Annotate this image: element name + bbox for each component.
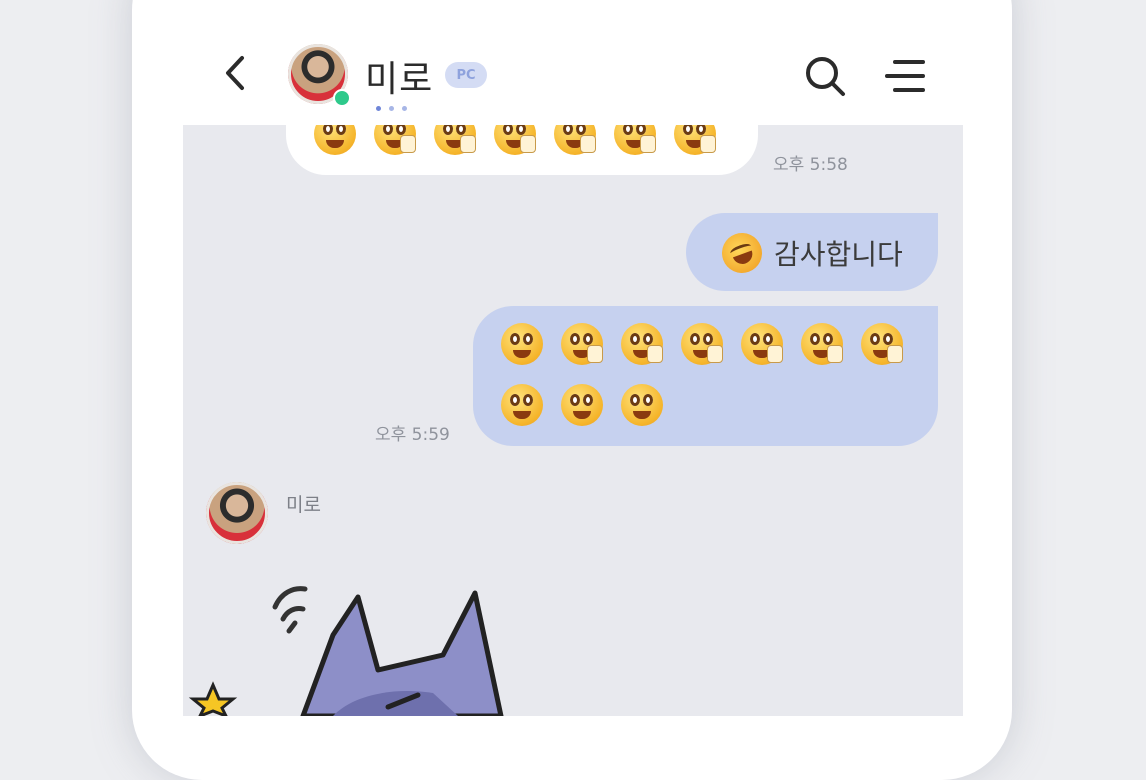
surprised-emoji <box>501 323 543 365</box>
typing-indicator <box>376 106 407 111</box>
message-timestamp: 오후 5:59 <box>375 425 450 445</box>
laughing-emoji <box>716 227 768 279</box>
surprised-emoji <box>501 384 543 426</box>
star-decoration <box>188 681 238 716</box>
sender-name: 미로 <box>286 494 321 516</box>
surprised-emoji <box>681 323 723 365</box>
sparkle-decoration <box>272 586 308 634</box>
sender-avatar[interactable] <box>206 482 268 544</box>
chat-title[interactable]: 미로 <box>365 50 433 102</box>
surprised-emoji <box>561 384 603 426</box>
chat-screen: 오후 5:58 감사합니다 오후 5:59 미로 미로 PC <box>183 0 963 716</box>
surprised-emoji <box>621 323 663 365</box>
sent-emoji-bubble[interactable] <box>473 306 938 446</box>
sent-text-bubble[interactable]: 감사합니다 <box>686 213 938 291</box>
menu-icon[interactable] <box>883 56 927 96</box>
chat-header: 미로 PC <box>183 0 963 125</box>
surprised-emoji <box>861 323 903 365</box>
message-timestamp: 오후 5:58 <box>773 155 848 175</box>
chevron-left-icon[interactable] <box>220 52 250 94</box>
surprised-emoji <box>621 384 663 426</box>
surprised-emoji <box>741 323 783 365</box>
online-status-dot <box>333 89 351 107</box>
surprised-emoji <box>801 323 843 365</box>
pc-badge: PC <box>445 62 487 88</box>
surprised-emoji <box>561 323 603 365</box>
search-icon[interactable] <box>803 54 847 98</box>
message-text: 감사합니다 <box>774 238 903 271</box>
purple-cat-sticker[interactable] <box>183 575 543 716</box>
